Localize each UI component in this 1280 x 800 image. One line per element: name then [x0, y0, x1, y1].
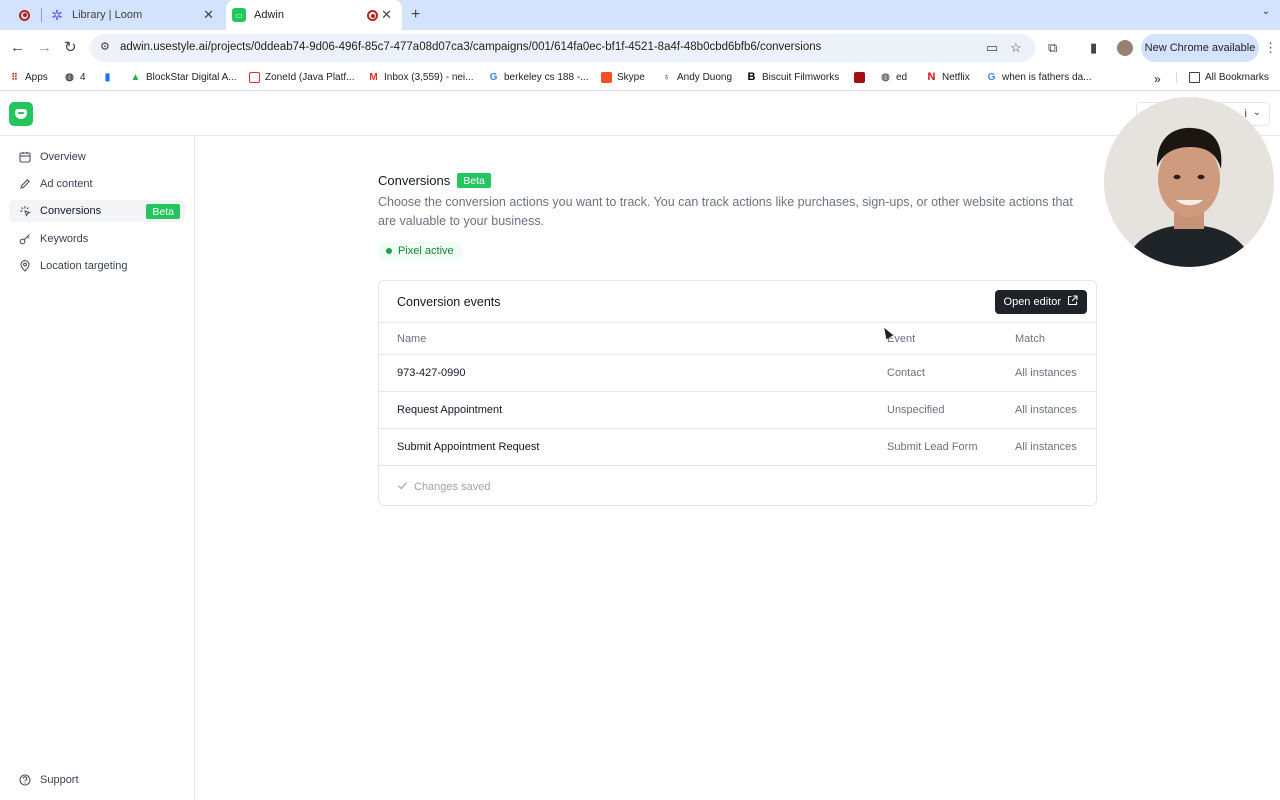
all-bookmarks[interactable]: All Bookmarks — [1176, 72, 1269, 83]
side-panel-icon[interactable]: ▮ — [1090, 40, 1097, 56]
profile-avatar[interactable] — [1117, 40, 1133, 56]
browser-toolbar: ← → ↻ ⚙ adwin.usestyle.ai/projects/0ddea… — [0, 30, 1280, 66]
close-tab-icon[interactable]: ✕ — [381, 8, 392, 21]
new-tab-icon[interactable]: + — [411, 6, 420, 24]
bookmark-4[interactable]: ◍ 4 — [64, 72, 85, 83]
bookmark-inbox[interactable]: M Inbox (3,559) - nei... — [368, 72, 473, 83]
bookmarks-bar: ⠿ Apps ◍ 4 ▮ ▲ BlockStar Digital A... Zo… — [0, 66, 1280, 91]
adwin-logo-icon[interactable] — [9, 102, 33, 126]
page-title: Conversions — [378, 173, 451, 188]
save-status: Changes saved — [397, 480, 490, 494]
external-link-icon — [1067, 295, 1078, 309]
camera-icon[interactable]: ▭ — [986, 40, 998, 56]
site-settings-icon[interactable]: ⚙ — [100, 40, 110, 53]
table-row[interactable]: 973-427-0990 Contact All instances — [379, 355, 1096, 392]
bookmark-biscuit[interactable]: B Biscuit Filmworks — [746, 71, 840, 84]
calendar-icon — [18, 151, 31, 164]
checkmark-icon — [397, 480, 408, 494]
webcam-bubble[interactable] — [1104, 97, 1274, 267]
pencil-icon — [18, 178, 31, 191]
page-description: Choose the conversion actions you want t… — [378, 195, 1073, 228]
bookmark-apps[interactable]: ⠿ Apps — [9, 72, 48, 83]
back-arrow-icon[interactable]: ← — [10, 39, 25, 57]
column-header-match: Match — [1015, 333, 1045, 345]
tab-search-chevron-icon[interactable]: ⌄ — [1258, 6, 1274, 22]
tab-adwin[interactable]: ▭ Adwin ✕ — [226, 0, 402, 30]
sidebar-item-keywords[interactable]: Keywords — [9, 228, 185, 250]
table-row[interactable]: Submit Appointment Request Submit Lead F… — [379, 429, 1096, 466]
open-editor-button[interactable]: Open editor — [994, 290, 1087, 314]
url-text: adwin.usestyle.ai/projects/0ddeab74-9d06… — [120, 41, 822, 53]
app-header: i ⌄ — [0, 92, 1280, 136]
sidebar-item-overview[interactable]: Overview — [9, 146, 185, 168]
main-content: Conversions Beta Choose the conversion a… — [195, 136, 1280, 800]
bookmark-star-icon[interactable]: ☆ — [1010, 40, 1022, 56]
bookmark-berkeley[interactable]: G berkeley cs 188 -... — [488, 72, 589, 83]
card-header: Conversion events Open editor — [379, 281, 1096, 323]
bookmark-andy-duong[interactable]: ♁ Andy Duong — [661, 72, 732, 83]
location-pin-icon — [18, 260, 31, 273]
status-dot-icon — [386, 248, 392, 254]
browser-tab-strip: ✲ Library | Loom ✕ ▭ Adwin ✕ + ⌄ — [0, 0, 1280, 30]
new-chrome-available-button[interactable]: New Chrome available — [1141, 34, 1259, 62]
bookmark-analytics[interactable]: ▮ — [102, 72, 113, 83]
red-book-icon — [854, 72, 865, 83]
pixel-status-badge: Pixel active — [378, 242, 463, 260]
key-icon — [18, 233, 31, 246]
google-icon: G — [489, 72, 498, 83]
adwin-icon: ▭ — [232, 8, 246, 22]
apps-grid-icon: ⠿ — [11, 72, 18, 82]
sidebar-item-ad-content[interactable]: Ad content — [9, 173, 185, 195]
support-link[interactable]: Support — [9, 770, 79, 790]
page-title-row: Conversions Beta — [378, 173, 491, 188]
bookmark-red[interactable] — [854, 72, 865, 83]
globe-icon: ◍ — [881, 72, 890, 83]
extensions-icon[interactable]: ⧉ — [1048, 40, 1057, 56]
reload-icon[interactable]: ↻ — [64, 39, 77, 57]
chrome-menu-icon[interactable]: ⋮ — [1264, 40, 1277, 56]
help-circle-icon — [18, 774, 31, 787]
card-title: Conversion events — [397, 295, 501, 309]
microsoft-icon — [601, 72, 612, 83]
close-tab-icon[interactable]: ✕ — [203, 8, 214, 21]
sidebar: Overview Ad content Conversions Beta Key… — [0, 136, 195, 800]
presenter-portrait — [1104, 97, 1274, 267]
bookmark-zoneid[interactable]: ZoneId (Java Platf... — [249, 72, 355, 83]
google-drive-icon: ▲ — [130, 72, 141, 83]
sidebar-item-location-targeting[interactable]: Location targeting — [9, 255, 185, 277]
biscuit-b-icon: B — [747, 71, 756, 83]
bar-chart-icon: ▮ — [104, 72, 111, 83]
bookmark-fathers-day[interactable]: G when is fathers da... — [986, 72, 1092, 83]
beta-badge: Beta — [146, 204, 180, 219]
recording-icon — [367, 10, 378, 21]
beta-badge: Beta — [457, 173, 491, 188]
sidebar-item-conversions[interactable]: Conversions Beta — [9, 200, 185, 222]
globe-icon: ◍ — [65, 72, 74, 83]
tab-separator — [41, 8, 42, 22]
bookmark-ed[interactable]: ◍ ed — [880, 72, 907, 83]
netflix-icon: N — [927, 71, 936, 83]
column-header-name: Name — [397, 333, 427, 345]
forward-arrow-icon[interactable]: → — [37, 39, 52, 57]
sparkle-icon — [18, 205, 31, 218]
conversion-events-card: Conversion events Open editor Name Event… — [378, 280, 1097, 506]
recording-icon — [19, 9, 30, 21]
bookmark-blockstar[interactable]: ▲ BlockStar Digital A... — [130, 72, 237, 83]
lightbulb-icon: ♁ — [662, 72, 671, 83]
tab-loom[interactable]: ✲ Library | Loom ✕ — [44, 0, 224, 30]
google-icon: G — [987, 72, 996, 83]
bookmarks-overflow-icon[interactable]: » — [1154, 72, 1161, 86]
gmail-icon: M — [369, 72, 378, 83]
table-row[interactable]: Request Appointment Unspecified All inst… — [379, 392, 1096, 429]
bookmark-netflix[interactable]: N Netflix — [926, 71, 970, 84]
tab-recording[interactable] — [10, 0, 40, 30]
loom-icon: ✲ — [51, 6, 63, 23]
address-bar[interactable]: ⚙ adwin.usestyle.ai/projects/0ddeab74-9d… — [90, 34, 1035, 62]
bookmark-skype[interactable]: Skype — [601, 72, 645, 83]
oracle-icon — [249, 72, 260, 83]
chevron-down-icon: ⌄ — [1252, 107, 1261, 118]
folder-icon — [1189, 72, 1200, 83]
